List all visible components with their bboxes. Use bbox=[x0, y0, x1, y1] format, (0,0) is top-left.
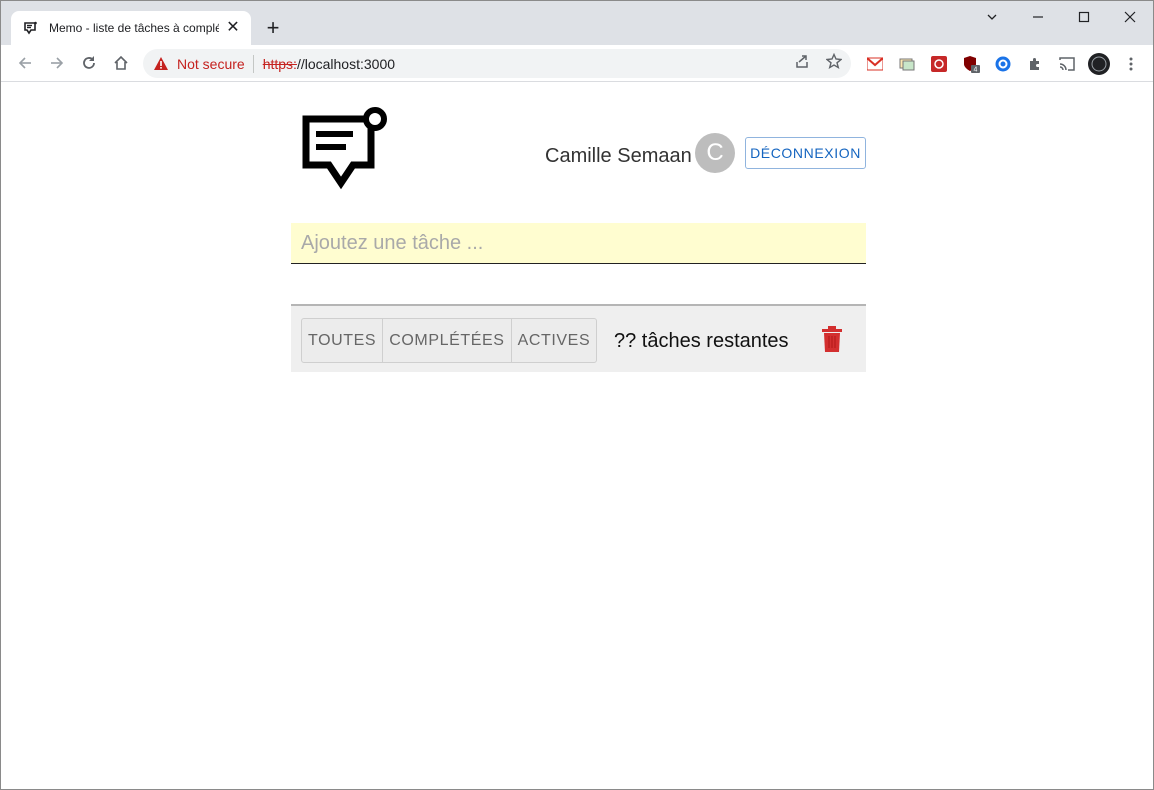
task-footer: TOUTES COMPLÉTÉES ACTIVES ?? tâches rest… bbox=[291, 304, 866, 372]
home-icon[interactable] bbox=[109, 51, 133, 75]
trash-icon[interactable] bbox=[821, 326, 843, 352]
filter-all-button[interactable]: TOUTES bbox=[302, 319, 384, 362]
memo-favicon-icon bbox=[23, 20, 39, 36]
red-extension-icon[interactable] bbox=[930, 55, 948, 73]
bookmark-star-icon[interactable] bbox=[825, 52, 843, 70]
back-arrow-icon[interactable] bbox=[13, 51, 37, 75]
avatar: C bbox=[695, 133, 735, 173]
reload-icon[interactable] bbox=[77, 51, 101, 75]
tab-title: Memo - liste de tâches à complé bbox=[49, 21, 219, 35]
tab-strip: Memo - liste de tâches à complé ✕ + bbox=[1, 1, 1153, 45]
user-name: Camille Semaan bbox=[545, 145, 692, 167]
browser-tab[interactable]: Memo - liste de tâches à complé ✕ bbox=[11, 11, 251, 45]
browser-toolbar: Not secure https: //localhost:3000 4 bbox=[1, 45, 1153, 82]
browser-window: Memo - liste de tâches à complé ✕ + Not … bbox=[0, 0, 1154, 790]
close-tab-icon[interactable]: ✕ bbox=[225, 20, 241, 36]
gmail-extension-icon[interactable] bbox=[866, 55, 884, 73]
logout-button[interactable]: DÉCONNEXION bbox=[745, 137, 866, 169]
new-tab-button[interactable]: + bbox=[261, 16, 285, 40]
profile-avatar-icon[interactable] bbox=[1088, 53, 1110, 75]
remaining-count: ?? tâches restantes bbox=[614, 330, 789, 352]
omnibox-separator bbox=[252, 54, 254, 73]
address-bar[interactable]: Not secure https: //localhost:3000 bbox=[143, 49, 851, 78]
maximize-icon[interactable] bbox=[1072, 7, 1096, 29]
warning-icon[interactable] bbox=[153, 56, 169, 72]
tab-search-chevron-icon[interactable] bbox=[980, 7, 1004, 29]
page-content: Camille Semaan C DÉCONNEXION TOUTES COMP… bbox=[1, 83, 1153, 789]
url-host: //localhost:3000 bbox=[296, 55, 396, 72]
filter-group: TOUTES COMPLÉTÉES ACTIVES bbox=[301, 318, 598, 363]
extensions-puzzle-icon[interactable] bbox=[1026, 55, 1044, 73]
add-task-input[interactable] bbox=[291, 223, 866, 264]
memo-logo-icon bbox=[301, 105, 389, 193]
url-scheme: https: bbox=[262, 55, 297, 72]
ublock-shield-icon[interactable]: 4 bbox=[962, 55, 980, 73]
menu-kebab-icon[interactable] bbox=[1122, 55, 1140, 73]
minimize-icon[interactable] bbox=[1026, 7, 1050, 29]
cast-icon[interactable] bbox=[1058, 55, 1076, 73]
forward-arrow-icon[interactable] bbox=[45, 51, 69, 75]
extension-badge-count: 4 bbox=[974, 67, 978, 74]
close-window-icon[interactable] bbox=[1118, 7, 1142, 29]
filter-active-button[interactable]: ACTIVES bbox=[512, 319, 597, 362]
blue-circle-extension-icon[interactable] bbox=[994, 55, 1012, 73]
share-icon[interactable] bbox=[793, 52, 811, 70]
filter-completed-button[interactable]: COMPLÉTÉES bbox=[383, 319, 512, 362]
security-label[interactable]: Not secure bbox=[177, 56, 245, 72]
screenshot-extension-icon[interactable] bbox=[898, 55, 916, 73]
